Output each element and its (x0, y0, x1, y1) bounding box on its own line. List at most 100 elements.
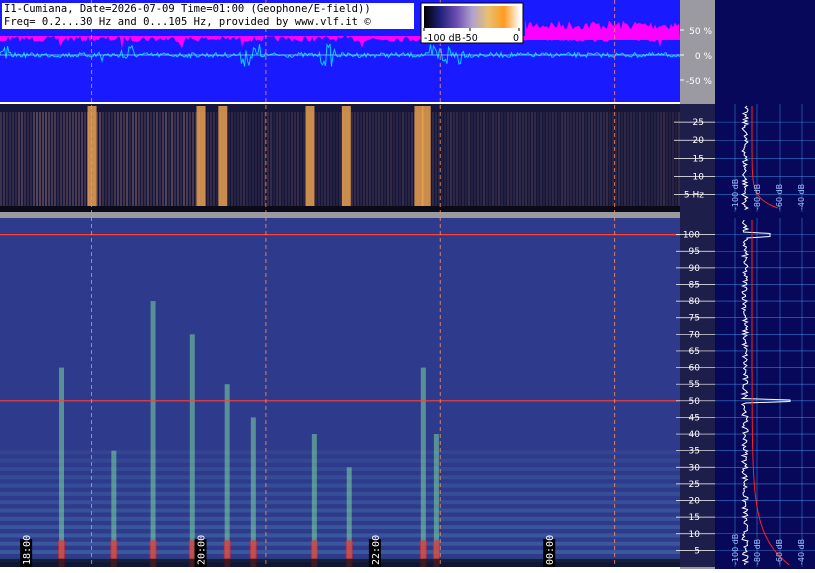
spectrogram-low-column (246, 112, 248, 208)
side-db-label: -80 dB (753, 184, 762, 210)
spectrogram-low-column (369, 112, 371, 208)
spectrogram-low-column (522, 112, 524, 208)
spectrogram-low-column (513, 112, 515, 208)
spectrogram-low-column (276, 112, 278, 208)
spectrogram-low-column (459, 112, 461, 208)
spectrogram-low-column (594, 112, 596, 208)
high-y-tick: 100 (683, 231, 700, 241)
plot-svg: 18:00 20:00 22:00 00:00 50 % 0 % -50 % 25 20 15 10… (0, 0, 815, 569)
high-y-tick: 55 (689, 380, 700, 390)
spectrogram-low-column (501, 112, 503, 208)
spectrogram-low-column (81, 112, 83, 208)
spectrogram-low-column (591, 112, 593, 208)
spectrogram-high-spike (189, 334, 195, 567)
spectrogram-low-column (0, 112, 2, 208)
spectrogram-low-column (621, 112, 623, 208)
spectrogram-low-column (147, 112, 149, 208)
spectrogram-low-column (411, 112, 413, 208)
spectrogram-low-column (654, 112, 656, 208)
panel-separator (0, 212, 715, 218)
spectrogram-low-column (12, 112, 14, 208)
spectrogram-low-column (120, 112, 122, 208)
spectrogram-low-column (645, 112, 647, 208)
spectrogram-low-column (432, 112, 434, 208)
spectrogram-low-column (267, 112, 269, 208)
spectrogram-low-column (243, 112, 245, 208)
station-info-line-1: I1-Cumiana, Date=2026-07-09 Time=01:00 (… (2, 3, 414, 16)
waveform-y-tick: 0 % (695, 52, 713, 62)
spectrogram-high-spike (59, 367, 65, 567)
spectrogram-low-column (543, 112, 545, 208)
spectrogram-low-column (528, 112, 530, 208)
spectrogram-low-column (261, 112, 263, 208)
spectrogram-low-column (474, 112, 476, 208)
spectrogram-low-column (624, 112, 626, 208)
spectrogram-low-column (300, 112, 302, 208)
spectrogram-low-column (168, 112, 170, 208)
spectrogram-low-floor (0, 206, 680, 212)
spectrogram-low-column (3, 112, 5, 208)
spectrogram-low-column (153, 112, 155, 208)
spectrogram-low-column (657, 112, 659, 208)
spectrogram-high-band (0, 508, 680, 513)
spectrogram-low-column (72, 112, 74, 208)
spectrogram-high-band (0, 475, 680, 480)
spectrogram-high-band (0, 491, 680, 496)
spectrogram-low-column (588, 112, 590, 208)
spectrogram-low-column (603, 112, 605, 208)
spectrogram-low-column (381, 112, 383, 208)
spectrogram-low-column (177, 112, 179, 208)
spectrogram-low-column (378, 112, 380, 208)
spectrogram-low-column (159, 112, 161, 208)
spectrogram-low-column (612, 112, 614, 208)
spectrogram-low-column (573, 112, 575, 208)
spectrogram-low-column (435, 112, 437, 208)
spectrogram-high-band (0, 458, 680, 463)
spectrogram-high-background (0, 218, 680, 567)
spectrogram-low-column (84, 112, 86, 208)
spectrogram-low-column (465, 112, 467, 208)
spectrogram-low-column (585, 112, 587, 208)
spectrogram-low-column (357, 112, 359, 208)
spectrogram-low-column (105, 112, 107, 208)
side-db-label: -100 dB (731, 534, 740, 565)
x-tick-label: 18:00 (22, 535, 33, 565)
spectrogram-low-column (237, 112, 239, 208)
spectrogram-low-column (132, 112, 134, 208)
high-y-tick: 35 (689, 447, 700, 457)
spectrogram-low-column (57, 112, 59, 208)
spectrogram-high-band (0, 500, 680, 505)
spectrogram-low-column (507, 112, 509, 208)
spectrogram-low-column (216, 112, 218, 208)
spectrogram-low-column (399, 112, 401, 208)
spectrogram-low-burst (218, 106, 228, 208)
spectrogram-low-column (249, 112, 251, 208)
spectrogram-low-column (339, 112, 341, 208)
spectrogram-low-column (630, 112, 632, 208)
spectrogram-low-column (627, 112, 629, 208)
spectrogram-low-column (510, 112, 512, 208)
spectrogram-low-column (141, 112, 143, 208)
spectrogram-low-column (321, 112, 323, 208)
spectrogram-low-column (66, 112, 68, 208)
spectrogram-low-column (207, 112, 209, 208)
spectrogram-low-column (318, 112, 320, 208)
station-info-line-2: Freq= 0.2...30 Hz and 0...105 Hz, provid… (2, 16, 414, 29)
spectrogram-low-column (330, 112, 332, 208)
spectrogram-low-column (102, 112, 104, 208)
spectrogram-low-column (210, 112, 212, 208)
spectrogram-low-column (636, 112, 638, 208)
spectrogram-low-column (108, 112, 110, 208)
high-y-tick: 90 (689, 264, 701, 274)
spectrogram-high-band (0, 466, 680, 471)
x-tick-label: 00:00 (545, 535, 556, 565)
side-db-label: -80 dB (753, 539, 762, 565)
spectrogram-low-column (315, 112, 317, 208)
spectrogram-low-column (129, 112, 131, 208)
spectrogram-low-column (648, 112, 650, 208)
spectrogram-low-column (33, 112, 35, 208)
spectrogram-low-column (171, 112, 173, 208)
spectrogram-low-column (540, 112, 542, 208)
spectrogram-low-column (633, 112, 635, 208)
spectrogram-high-spike (150, 301, 156, 567)
